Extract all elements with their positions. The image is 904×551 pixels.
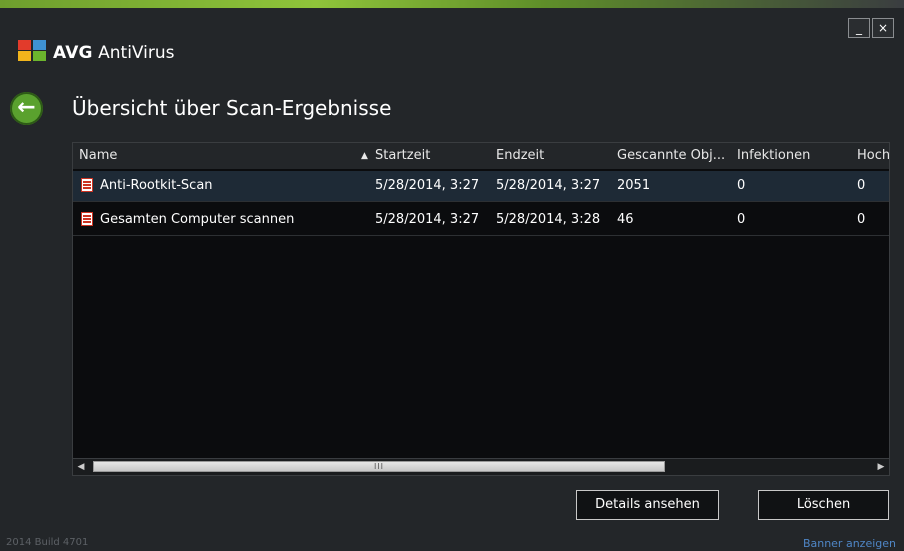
minimize-button[interactable]: _ [848,18,870,38]
close-button[interactable]: × [872,18,894,38]
footer: 2014 Build 4701 Banner anzeigen [0,537,904,551]
brand-bold: AVG [53,43,93,63]
cell-start: 5/28/2014, 3:27 [375,212,480,227]
cell-name: Anti-Rootkit-Scan [100,178,213,193]
scroll-right-icon[interactable]: ▶ [873,459,889,475]
scan-results-table: Name ▲ Startzeit Endzeit Gescannte Obj..… [72,142,890,476]
scan-report-icon [81,178,93,192]
horizontal-scrollbar[interactable]: ◀ III ▶ [73,458,889,475]
column-header-high[interactable]: Hoch [857,148,889,163]
app-title: AVG AntiVirus [53,43,175,63]
build-info: 2014 Build 4701 [6,537,89,548]
scan-report-icon [81,212,93,226]
cell-infections: 0 [737,212,746,227]
table-header: Name ▲ Startzeit Endzeit Gescannte Obj..… [73,143,889,169]
app-window: { "app": { "brand_bold": "AVG", "brand_n… [0,0,904,551]
scroll-grip-icon: III [373,462,385,471]
show-banner-link[interactable]: Banner anzeigen [803,537,896,550]
delete-button[interactable]: Löschen [758,490,889,520]
column-header-infections[interactable]: Infektionen [737,148,810,163]
avg-logo-icon [18,40,48,62]
accent-bar [0,0,904,8]
scrollbar-thumb[interactable]: III [93,461,665,472]
cell-high: 0 [857,178,866,193]
column-header-name[interactable]: Name [79,148,117,163]
cell-scanned: 2051 [617,178,651,193]
table-row[interactable]: Gesamten Computer scannen 5/28/2014, 3:2… [73,205,889,236]
sort-ascending-icon: ▲ [361,151,368,161]
column-header-scanned-objects[interactable]: Gescannte Obj... [617,148,725,163]
column-header-endzeit[interactable]: Endzeit [496,148,544,163]
details-button[interactable]: Details ansehen [576,490,719,520]
scroll-left-icon[interactable]: ◀ [73,459,89,475]
cell-name: Gesamten Computer scannen [100,212,295,227]
brand-name: AntiVirus [98,43,175,63]
table-row[interactable]: Anti-Rootkit-Scan 5/28/2014, 3:27 5/28/2… [73,171,889,202]
cell-high: 0 [857,212,866,227]
title-bar: AVG AntiVirus _ × [0,8,904,76]
page-title: Übersicht über Scan-Ergebnisse [72,96,392,120]
back-arrow-icon[interactable]: ← [10,92,43,125]
cell-end: 5/28/2014, 3:28 [496,212,601,227]
cell-infections: 0 [737,178,746,193]
column-header-startzeit[interactable]: Startzeit [375,148,430,163]
cell-start: 5/28/2014, 3:27 [375,178,480,193]
cell-end: 5/28/2014, 3:27 [496,178,601,193]
cell-scanned: 46 [617,212,634,227]
